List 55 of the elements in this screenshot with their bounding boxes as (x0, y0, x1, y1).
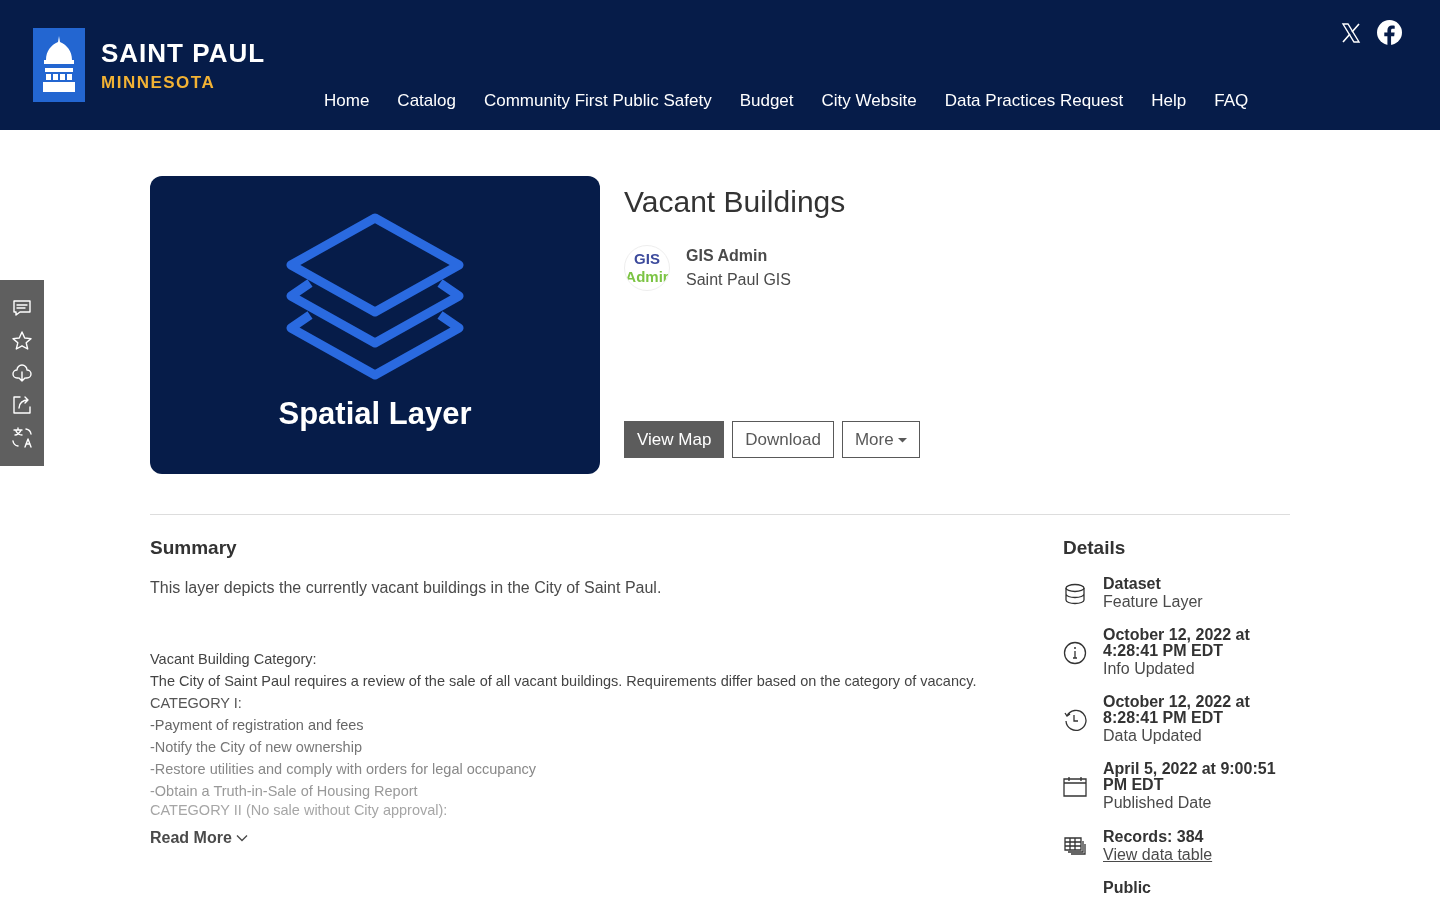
dataset-title: Vacant Buildings (624, 184, 847, 220)
detail-title: Dataset (1103, 575, 1162, 592)
info-icon (1063, 640, 1087, 665)
description-line: CATEGORY I: (150, 693, 243, 713)
nav-link[interactable]: Data Practices Request (930, 88, 1138, 114)
nav-link[interactable]: Budget (725, 88, 808, 114)
calendar-icon (1063, 775, 1087, 800)
nav-link[interactable]: Home (310, 88, 384, 114)
translate-icon[interactable] (11, 426, 33, 448)
detail-label: Published Date (1103, 793, 1213, 813)
capitol-dome-icon (42, 36, 76, 94)
detail-label: Info Updated (1103, 659, 1196, 679)
description-line: The City of Saint Paul requires a review of the sale of all vacant buildings. Requirements differ based on the category of vacancy. (150, 671, 978, 691)
chevron-down-icon (235, 833, 248, 842)
logo-subtitle: MINNESOTA (101, 73, 217, 91)
logo-title: SAINT PAUL (101, 39, 266, 66)
detail-title: Public (1103, 879, 1151, 896)
description-line: -Restore utilities and comply with orders for legal occupancy (150, 759, 538, 779)
action-button[interactable]: View Map (624, 420, 725, 458)
caret-icon (898, 437, 908, 443)
nav-link[interactable]: Help (1137, 88, 1201, 114)
nav-link[interactable]: FAQ (1200, 88, 1263, 114)
detail-label: Data Updated (1103, 726, 1203, 746)
description-line: -Payment of registration and fees (150, 715, 365, 735)
history-icon (1063, 708, 1087, 733)
section-heading: Summary (150, 537, 238, 560)
detail-title: Records: 384 (1103, 828, 1205, 845)
detail-title: October 12, 2022 at 8:28:41 PM EDT (1103, 694, 1251, 727)
star-icon[interactable] (11, 330, 33, 352)
summary-text: This layer depicts the currently vacant buildings in the City of Saint Paul. (150, 577, 663, 598)
description-line: -Obtain a Truth-in-Sale of Housing Report (150, 781, 419, 801)
description-line: -Notify the City of new ownership (150, 737, 363, 757)
description-line: Vacant Building Category: (150, 649, 318, 669)
detail-title: April 5, 2022 at 9:00:51 PM EDT (1103, 761, 1277, 794)
view-data-table-link[interactable]: View data table (1103, 844, 1213, 864)
detail-title: October 12, 2022 at 4:28:41 PM EDT (1103, 627, 1251, 659)
nav-link[interactable]: Community First Public Safety (469, 88, 726, 114)
thumbnail-caption: Spatial Layer (278, 394, 472, 433)
share-icon[interactable] (11, 394, 33, 416)
action-button[interactable]: Download (732, 420, 834, 458)
avatar-text: GIS (634, 250, 660, 268)
owner-name[interactable]: GIS Admin (686, 244, 791, 268)
description-line: CATEGORY II (No sale without City approval): (150, 801, 449, 818)
database-icon (1063, 581, 1087, 606)
avatar-text: Admir (625, 268, 669, 286)
section-heading: Details (1063, 537, 1127, 560)
owner-organization: Saint Paul GIS (686, 270, 791, 290)
nav-link[interactable]: City Website (807, 88, 931, 114)
cloud-download-icon[interactable] (11, 362, 33, 384)
detail-label: Feature Layer (1103, 591, 1203, 611)
facebook-icon[interactable] (1377, 20, 1402, 45)
read-more-link[interactable]: Read More (150, 825, 248, 850)
more-dropdown-button[interactable]: More (841, 420, 921, 458)
x-icon[interactable] (1341, 22, 1361, 43)
nav-link[interactable]: Catalog (383, 88, 470, 114)
